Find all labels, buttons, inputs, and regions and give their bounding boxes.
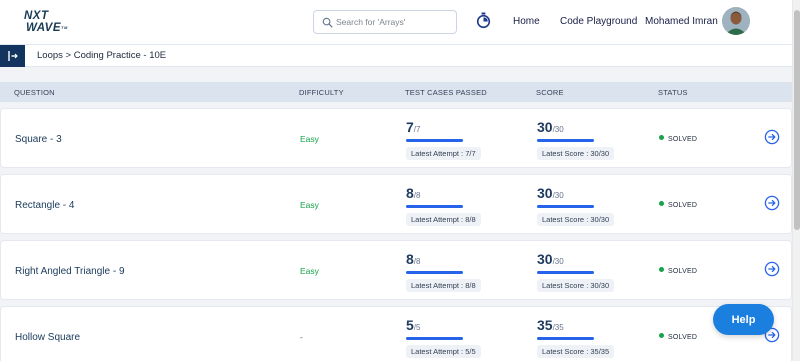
status-badge: SOLVED xyxy=(659,333,697,341)
avatar[interactable] xyxy=(722,7,750,35)
collapse-sidebar-icon xyxy=(8,51,18,61)
table-row[interactable]: Right Angled Triangle - 9 Easy 8/8 Lates… xyxy=(0,240,792,300)
status-dot xyxy=(659,333,664,338)
score-value: 30 xyxy=(537,185,553,201)
score-total: /30 xyxy=(552,257,564,266)
tests-total: /5 xyxy=(413,323,421,332)
score-progress-bar xyxy=(537,337,594,340)
score-value: 30 xyxy=(537,251,553,267)
tests-passed-value: 8 xyxy=(406,185,414,201)
column-question: QUESTION xyxy=(14,88,55,97)
score: 30/30 Latest Score : 30/30 xyxy=(537,185,615,227)
tests-passed: 8/8 Latest Attempt : 8/8 xyxy=(406,185,481,227)
nxtwave-logo[interactable]: NXT WAVETM xyxy=(24,10,84,38)
search-box[interactable] xyxy=(313,10,457,34)
status-badge: SOLVED xyxy=(659,135,697,143)
status-badge: SOLVED xyxy=(659,267,697,275)
difficulty-label: Easy xyxy=(300,200,319,210)
status-dot xyxy=(659,135,664,140)
sidebar-toggle-button[interactable] xyxy=(0,45,25,67)
stopwatch-icon[interactable] xyxy=(476,12,491,29)
column-tests: TEST CASES PASSED xyxy=(405,88,487,97)
score: 35/35 Latest Score : 35/35 xyxy=(537,317,615,359)
latest-score: Latest Score : 30/30 xyxy=(537,279,615,292)
question-name[interactable]: Rectangle - 4 xyxy=(15,200,74,211)
status-text: SOLVED xyxy=(668,136,698,143)
question-name[interactable]: Right Angled Triangle - 9 xyxy=(15,266,125,277)
scrollbar-thumb[interactable] xyxy=(794,10,800,230)
latest-score: Latest Score : 30/30 xyxy=(537,147,615,160)
score: 30/30 Latest Score : 30/30 xyxy=(537,119,615,161)
column-difficulty: DIFFICULTY xyxy=(299,88,344,97)
status-text: SOLVED xyxy=(668,268,698,275)
search-icon xyxy=(322,17,333,28)
tests-progress-bar xyxy=(406,205,463,208)
tests-passed-value: 8 xyxy=(406,251,414,267)
status-text: SOLVED xyxy=(668,334,698,341)
tests-passed: 7/7 Latest Attempt : 7/7 xyxy=(406,119,481,161)
scrollbar[interactable] xyxy=(792,0,800,361)
latest-score: Latest Score : 30/30 xyxy=(537,213,615,226)
tests-passed-value: 5 xyxy=(406,317,414,333)
arrow-right-circle-icon[interactable] xyxy=(764,261,780,277)
breadcrumb-bar: Loops > Coding Practice - 10E xyxy=(0,45,792,67)
table-row[interactable]: Square - 3 Easy 7/7 Latest Attempt : 7/7… xyxy=(0,108,792,168)
latest-score: Latest Score : 35/35 xyxy=(537,345,615,358)
tests-progress-bar xyxy=(406,271,463,274)
score: 30/30 Latest Score : 30/30 xyxy=(537,251,615,293)
score-value: 30 xyxy=(537,119,553,135)
user-name[interactable]: Mohamed Imran xyxy=(645,16,718,27)
latest-attempt: Latest Attempt : 5/5 xyxy=(406,345,481,358)
status-badge: SOLVED xyxy=(659,201,697,209)
search-input[interactable] xyxy=(336,14,454,30)
logo-word: WAVE xyxy=(26,22,62,34)
logo-line-1: NXT xyxy=(24,10,49,22)
logo-tm: TM xyxy=(61,25,68,30)
help-button[interactable]: Help xyxy=(713,304,774,335)
nav-code-playground-link[interactable]: Code Playground xyxy=(560,16,637,27)
arrow-right-circle-icon[interactable] xyxy=(764,195,780,211)
column-status: STATUS xyxy=(658,88,688,97)
latest-attempt: Latest Attempt : 7/7 xyxy=(406,147,481,160)
nav-home-link[interactable]: Home xyxy=(513,16,540,27)
column-score: SCORE xyxy=(536,88,564,97)
logo-line-2: WAVETM xyxy=(26,22,84,34)
status-dot xyxy=(659,267,664,272)
tests-total: /8 xyxy=(413,191,421,200)
arrow-right-circle-icon[interactable] xyxy=(764,129,780,145)
table-row[interactable]: Hollow Square - 5/5 Latest Attempt : 5/5… xyxy=(0,306,792,361)
score-progress-bar xyxy=(537,271,594,274)
tests-passed: 8/8 Latest Attempt : 8/8 xyxy=(406,251,481,293)
score-total: /35 xyxy=(552,323,564,332)
difficulty-label: Easy xyxy=(300,266,319,276)
tests-total: /7 xyxy=(413,125,421,134)
tests-total: /8 xyxy=(413,257,421,266)
score-progress-bar xyxy=(537,205,594,208)
latest-attempt: Latest Attempt : 8/8 xyxy=(406,279,481,292)
score-total: /30 xyxy=(552,125,564,134)
avatar-image xyxy=(722,7,750,35)
score-value: 35 xyxy=(537,317,553,333)
question-name[interactable]: Hollow Square xyxy=(15,332,80,343)
score-total: /30 xyxy=(552,191,564,200)
tests-passed: 5/5 Latest Attempt : 5/5 xyxy=(406,317,481,359)
tests-passed-value: 7 xyxy=(406,119,414,135)
tests-progress-bar xyxy=(406,139,463,142)
difficulty-label: Easy xyxy=(300,134,319,144)
tests-progress-bar xyxy=(406,337,463,340)
question-name[interactable]: Square - 3 xyxy=(15,134,62,145)
score-progress-bar xyxy=(537,139,594,142)
table-row[interactable]: Rectangle - 4 Easy 8/8 Latest Attempt : … xyxy=(0,174,792,234)
status-dot xyxy=(659,201,664,206)
breadcrumb[interactable]: Loops > Coding Practice - 10E xyxy=(37,50,166,61)
latest-attempt: Latest Attempt : 8/8 xyxy=(406,213,481,226)
top-navbar: NXT WAVETM Home Code Playground Mohamed … xyxy=(0,0,792,45)
table-header: QUESTION DIFFICULTY TEST CASES PASSED SC… xyxy=(0,82,792,102)
status-text: SOLVED xyxy=(668,202,698,209)
difficulty-label: - xyxy=(300,332,303,342)
